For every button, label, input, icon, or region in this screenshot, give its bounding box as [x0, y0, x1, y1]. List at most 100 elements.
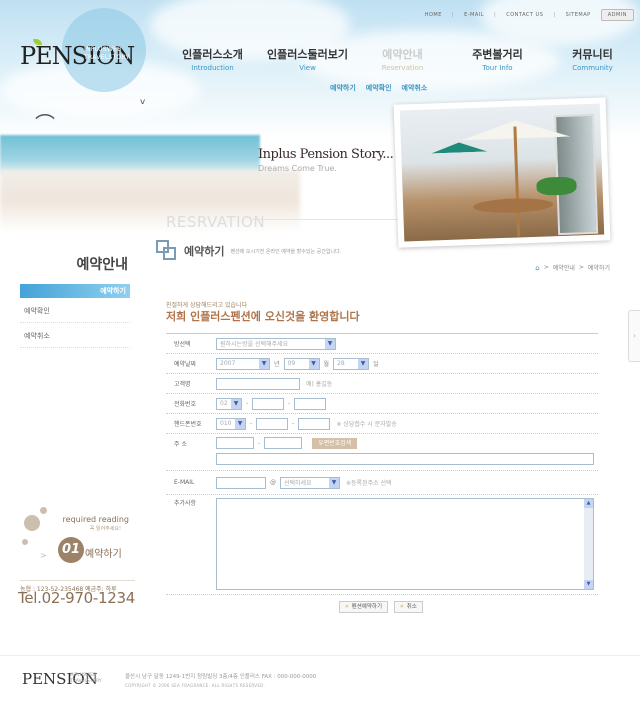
double-arrow-icon: » [400, 603, 404, 610]
chevron-down-icon: ▼ [358, 358, 369, 369]
chevron-down-icon: ▼ [259, 358, 269, 369]
name-label: 고객명 [174, 381, 191, 388]
required-subtitle: 꼭 읽어주세요! [89, 526, 121, 532]
zip-search-button[interactable]: 우편번호검색 [312, 437, 358, 449]
footer-tagline: INPLUSWEB TRAVELSTORY [70, 673, 102, 684]
required-number: 01 [58, 537, 84, 563]
sea-image [0, 135, 260, 175]
month-unit: 월 [323, 361, 330, 368]
pension-photo [393, 97, 611, 248]
required-reading-banner[interactable]: required reading 꼭 읽어주세요! > 01 예약하기 [20, 505, 135, 565]
at-sign: @ [270, 479, 276, 486]
email-domain-select[interactable]: 선택하세요 ▼ [280, 476, 340, 489]
chevron-down-icon: ▼ [308, 358, 319, 369]
reservation-form: 방선택 원하시는방을 선택해주세요 ▼ 예약날짜 2007 ▼ 년 09 ▼ 월 28… [166, 333, 598, 595]
home-icon[interactable]: ⌂ [535, 264, 539, 272]
address-label: 주 소 [174, 440, 187, 448]
required-label: 예약하기 [85, 549, 122, 560]
footer-address: 울산시 남구 달동 1249-1번지 청림빌딩 3층/4층 인플러스 FAX :… [125, 674, 317, 680]
submit-reservation-button[interactable]: » 펜션예약하기 [339, 601, 389, 613]
scrollbar[interactable] [584, 499, 593, 589]
form-row-memo: 추가사항 ▲ ▼ [166, 495, 598, 595]
mobile-label: 핸드폰번호 [174, 421, 202, 428]
phone-prefix-select[interactable]: 02 ▼ [216, 397, 242, 410]
form-actions: » 펜션예약하기 » 취소 [339, 601, 423, 613]
month-select[interactable]: 09 ▼ [283, 357, 320, 370]
welcome-heading: 저희 인플러스펜션에 오신것을 환영합니다 [166, 310, 360, 323]
form-row-date: 예약날짜 2007 ▼ 년 09 ▼ 월 28 ▼ 일 [166, 354, 598, 374]
nav-reservation[interactable]: 예약안내 Reservation [355, 46, 450, 72]
year-select[interactable]: 2007 ▼ [216, 357, 270, 370]
chevron-down-icon: ▼ [325, 338, 335, 349]
scroll-down-icon[interactable]: ▼ [584, 580, 593, 589]
chevron-down-icon: ▼ [231, 398, 241, 409]
chevron-down-icon: ▼ [329, 477, 339, 488]
address-detail-input[interactable] [216, 453, 594, 465]
zip2-input[interactable] [264, 437, 303, 449]
sidebar-item-confirm[interactable]: 예약확인 [20, 298, 130, 323]
cancel-button[interactable]: » 취소 [394, 601, 423, 613]
memo-textarea[interactable]: ▲ ▼ [216, 498, 594, 590]
top-nav: HOME | E-MAIL | CONTACT US | SITEMAP ADMIN [425, 9, 634, 21]
subnav-cancel[interactable]: 예약취소 [402, 83, 428, 93]
form-row-phone: 전화번호 02 ▼ - - [166, 394, 598, 414]
breadcrumb: ⌂ > 예약안내 > 예약하기 [535, 263, 610, 273]
top-nav-contact[interactable]: CONTACT US [506, 12, 543, 18]
date-label: 예약날짜 [174, 361, 197, 368]
email-id-input[interactable] [216, 476, 266, 489]
required-title: required reading [62, 515, 129, 524]
nav-tour-info[interactable]: 주변볼거리 Tour Info [450, 46, 545, 72]
top-nav-home[interactable]: HOME [425, 12, 442, 18]
decor-dot [22, 539, 28, 545]
top-nav-email[interactable]: E-MAIL [464, 12, 484, 18]
form-row-name: 고객명 예) 홍길동 [166, 374, 598, 394]
breadcrumb-item[interactable]: 예약안내 [553, 263, 575, 272]
top-nav-sitemap[interactable]: SITEMAP [566, 12, 591, 18]
footer-copyright: COPYRIGHT © 2006 SEA FRAGRANCE. ALL RIGH… [125, 683, 266, 688]
sidebar-item-reserve[interactable]: 예약하기 [20, 284, 130, 298]
side-scroll-tab[interactable]: › [628, 310, 640, 362]
zip1-input[interactable] [216, 437, 254, 449]
nav-introduction[interactable]: 인플러스소개 Introduction [165, 46, 260, 72]
nav-view[interactable]: 인플러스둘러보기 View [260, 46, 355, 72]
logo-tagline: INPLUSWEB TRAVELSTORY [84, 46, 130, 61]
memo-label: 추가사항 [174, 500, 197, 507]
chevron-right-icon: > [40, 551, 47, 560]
sidebar-item-cancel[interactable]: 예약취소 [20, 323, 130, 348]
day-unit: 일 [373, 361, 379, 368]
admin-button[interactable]: ADMIN [600, 9, 634, 21]
form-row-mobile: 핸드폰번호 010 ▼ - - ※ 상담접수 시 문자발송 [166, 414, 598, 434]
subnav-reserve[interactable]: 예약하기 [330, 83, 356, 93]
year-unit: 년 [274, 361, 280, 368]
name-input[interactable] [216, 377, 300, 390]
story-title: Inplus Pension Story... [258, 147, 394, 162]
mobile-mid-input[interactable] [256, 417, 289, 430]
scroll-up-icon[interactable]: ▲ [584, 499, 593, 508]
room-select[interactable]: 원하시는방을 선택해주세요 ▼ [216, 337, 336, 350]
mobile-prefix-select[interactable]: 010 ▼ [216, 417, 246, 430]
page-title: 예약하기 [184, 245, 225, 258]
room-label: 방선택 [174, 341, 191, 348]
nav-community[interactable]: 커뮤니티 Community [545, 46, 640, 72]
phone-last-input[interactable] [294, 397, 327, 410]
decor-dot [40, 507, 47, 514]
phone-label: 전화번호 [174, 401, 197, 408]
day-select[interactable]: 28 ▼ [333, 357, 370, 370]
squares-icon [156, 240, 178, 262]
form-row-email: E-MAIL @ 선택하세요 ▼ ※등록된주소 선택 [166, 471, 598, 495]
seagull-icon: ᵥ [140, 92, 146, 108]
decor-dot [24, 515, 40, 531]
chevron-down-icon: ▼ [235, 418, 245, 429]
sub-nav: 예약하기 예약확인 예약취소 [330, 83, 427, 93]
email-note: ※등록된주소 선택 [346, 480, 392, 487]
phone-mid-input[interactable] [252, 397, 285, 410]
page-description: 펜션에 오시기전 온라인 예약을 할수있는 공간입니다. [230, 248, 342, 255]
page-header: 예약하기 펜션에 오시기전 온라인 예약을 할수있는 공간입니다. [156, 240, 341, 262]
story-subtitle: Dreams Come True. [258, 164, 337, 173]
subnav-confirm[interactable]: 예약확인 [366, 83, 392, 93]
sidebar-title: 예약안내 [76, 257, 128, 273]
section-title-en: RESRVATION [166, 213, 266, 231]
mobile-last-input[interactable] [298, 417, 331, 430]
main-nav: 인플러스소개 Introduction 인플러스둘러보기 View 예약안내 Rese… [165, 46, 640, 72]
phone-number: Tel.02-970-1234 [18, 589, 135, 607]
